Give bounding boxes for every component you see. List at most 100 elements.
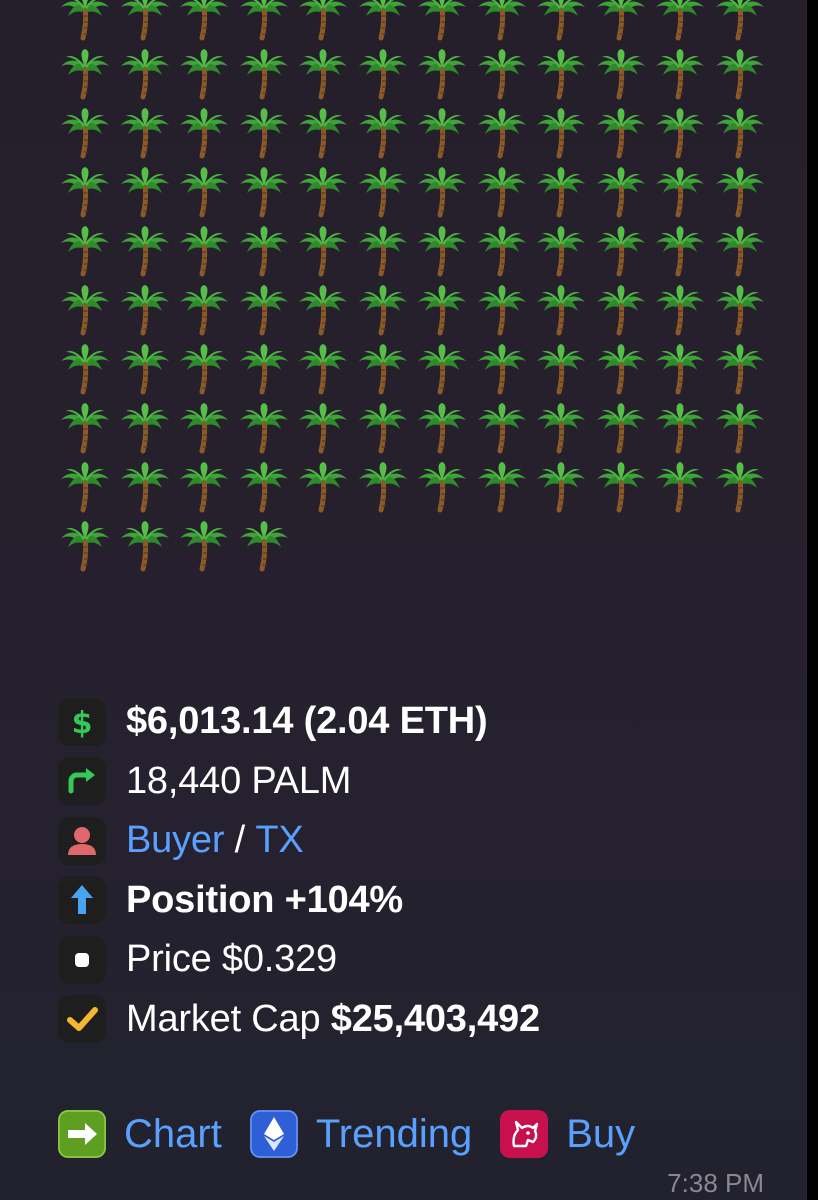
palm-tree-icon [594, 106, 654, 165]
message-lines: $ $6,013.14 (2.04 ETH) 18,440 PALM Buyer… [58, 692, 540, 1049]
palm-tree-icon [237, 342, 297, 401]
dollar-icon: $ [58, 697, 106, 746]
palm-tree-icon [177, 165, 237, 224]
palm-tree-icon [713, 401, 773, 460]
palm-tree-icon [118, 47, 178, 106]
palm-tree-icon [534, 224, 594, 283]
palm-tree-icon [296, 106, 356, 165]
palm-tree-icon [415, 283, 475, 342]
palm-row [58, 342, 778, 401]
buyer-link[interactable]: Buyer [126, 819, 224, 862]
palm-tree-icon [118, 106, 178, 165]
palm-tree-icon [653, 47, 713, 106]
palm-tree-icon [237, 224, 297, 283]
palm-tree-icon [296, 283, 356, 342]
palm-tree-icon [594, 342, 654, 401]
palm-tree-icon [356, 165, 416, 224]
palm-tree-icon [534, 106, 594, 165]
palm-tree-icon [237, 401, 297, 460]
palm-tree-icon [713, 0, 773, 47]
palm-tree-icon [58, 401, 118, 460]
palm-tree-icon [177, 47, 237, 106]
palm-tree-icon [653, 460, 713, 519]
market-cap-line: Market Cap $25,403,492 [58, 990, 540, 1050]
palm-tree-icon [356, 47, 416, 106]
price-line: Price $0.329 [58, 930, 540, 990]
token-amount-line: 18,440 PALM [58, 752, 540, 812]
palm-tree-icon [356, 401, 416, 460]
palm-tree-icon [475, 165, 535, 224]
trending-label[interactable]: Trending [316, 1112, 472, 1157]
palm-tree-icon [713, 460, 773, 519]
chart-label[interactable]: Chart [124, 1112, 222, 1157]
palm-tree-icon [296, 0, 356, 47]
palm-row [58, 106, 778, 165]
palm-tree-icon [415, 47, 475, 106]
palm-tree-icon [475, 224, 535, 283]
palm-tree-icon [58, 283, 118, 342]
palm-tree-icon [237, 519, 297, 578]
palm-tree-icon [534, 401, 594, 460]
palm-tree-icon [177, 342, 237, 401]
palm-tree-icon [713, 165, 773, 224]
palm-tree-icon [177, 283, 237, 342]
palm-tree-icon [653, 283, 713, 342]
palm-tree-icon [534, 283, 594, 342]
palm-tree-icon [653, 0, 713, 47]
palm-tree-icon [356, 224, 416, 283]
action-links: Chart Trending Buy [58, 1104, 663, 1164]
palm-tree-icon [118, 401, 178, 460]
palm-tree-icon [594, 283, 654, 342]
palm-tree-icon [475, 0, 535, 47]
palm-tree-icon [118, 0, 178, 47]
palm-tree-icon [594, 47, 654, 106]
buy-label[interactable]: Buy [566, 1112, 635, 1157]
palm-tree-icon [177, 106, 237, 165]
palm-tree-icon [177, 0, 237, 47]
market-cap-label: Market Cap [126, 997, 321, 1040]
palm-row [58, 47, 778, 106]
link-separator: / [234, 819, 246, 862]
palm-tree-icon [415, 401, 475, 460]
palm-tree-icon [237, 460, 297, 519]
palm-tree-icon [356, 283, 416, 342]
palm-tree-icon [58, 0, 118, 47]
palm-row [58, 519, 778, 578]
checkmark-icon [58, 995, 106, 1044]
buy-button[interactable]: Buy [500, 1110, 635, 1158]
palm-tree-icon [475, 47, 535, 106]
palm-tree-icon [296, 165, 356, 224]
palm-tree-icon [415, 0, 475, 47]
tx-link[interactable]: TX [255, 819, 303, 862]
palm-row [58, 283, 778, 342]
palm-tree-icon [534, 342, 594, 401]
palm-tree-icon [177, 519, 237, 578]
palm-emoji-grid [58, 0, 778, 578]
palm-tree-icon [415, 106, 475, 165]
palm-tree-icon [118, 460, 178, 519]
ethereum-icon [249, 1110, 298, 1158]
chart-button[interactable]: Chart [58, 1110, 222, 1158]
palm-tree-icon [58, 342, 118, 401]
usd-amount: $6,013.14 (2.04 ETH) [126, 700, 488, 743]
palm-tree-icon [475, 106, 535, 165]
palm-row [58, 401, 778, 460]
palm-tree-icon [594, 224, 654, 283]
price: Price $0.329 [126, 938, 337, 981]
palm-tree-icon [713, 47, 773, 106]
palm-row [58, 224, 778, 283]
usd-amount-line: $ $6,013.14 (2.04 ETH) [58, 692, 540, 752]
palm-tree-icon [58, 519, 118, 578]
palm-tree-icon [296, 47, 356, 106]
trending-button[interactable]: Trending [249, 1110, 472, 1158]
token-amount: 18,440 PALM [126, 759, 352, 802]
message-timestamp: 7:38 PM [667, 1168, 764, 1198]
palm-tree-icon [713, 342, 773, 401]
palm-tree-icon [237, 47, 297, 106]
palm-tree-icon [237, 0, 297, 47]
palm-tree-icon [296, 401, 356, 460]
palm-tree-icon [415, 224, 475, 283]
palm-tree-icon [118, 519, 178, 578]
palm-tree-icon [713, 224, 773, 283]
palm-tree-icon [356, 460, 416, 519]
